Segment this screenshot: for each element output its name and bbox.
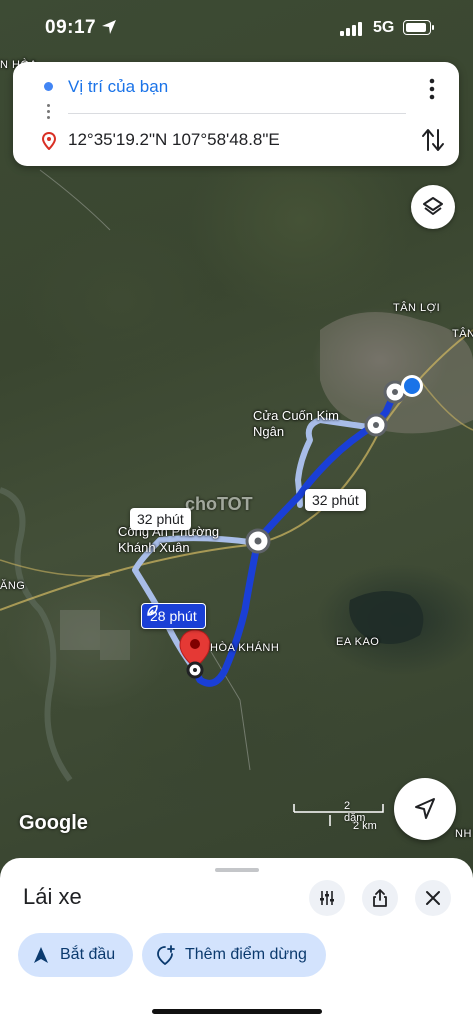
bottom-sheet: Lái xe Bắt đầu Thêm điểm dừng — [0, 858, 473, 1024]
status-bar: 09:17 5G — [0, 0, 473, 56]
share-icon — [373, 889, 387, 907]
map-label-hoa-khanh: HÒA KHÁNH — [210, 642, 280, 654]
status-time: 09:17 — [45, 17, 97, 38]
map-label-ea-kao: EA KAO — [336, 636, 380, 648]
destination-marker-icon[interactable] — [178, 628, 212, 684]
origin-dot-icon — [44, 82, 53, 91]
sheet-drag-handle[interactable] — [215, 868, 259, 872]
dots-connector — [47, 104, 50, 122]
watermark: choTOT — [185, 494, 253, 514]
start-button-label: Bắt đầu — [60, 946, 116, 963]
more-vert-icon[interactable] — [420, 76, 444, 102]
travel-mode-title: Lái xe — [23, 884, 82, 909]
network-type: 5G — [373, 19, 395, 36]
add-stop-button[interactable]: Thêm điểm dừng — [142, 933, 326, 977]
layers-icon — [423, 197, 443, 215]
map-label-ang-edge: ĂNG — [0, 580, 26, 592]
location-arrow-icon — [415, 798, 435, 819]
origin-field[interactable]: Vị trí của bạn — [68, 77, 168, 97]
options-button[interactable] — [309, 880, 345, 916]
swap-icon[interactable] — [420, 126, 446, 154]
destination-field[interactable]: 12°35'19.2"N 107°58'48.8"E — [68, 130, 280, 150]
battery-icon — [403, 20, 434, 35]
location-arrow-icon — [102, 20, 116, 34]
start-button[interactable]: Bắt đầu — [18, 933, 133, 977]
navigate-arrow-icon — [34, 947, 48, 963]
field-divider — [68, 113, 406, 114]
navigate-location-button[interactable] — [394, 778, 456, 840]
add-stop-button-label: Thêm điểm dừng — [185, 946, 307, 963]
share-button[interactable] — [362, 880, 398, 916]
close-button[interactable] — [415, 880, 451, 916]
map-label-tan-edge: TÂN — [452, 328, 473, 340]
signal-icon — [340, 22, 362, 36]
route-time-badge-alt-left[interactable]: 32 phút — [130, 508, 191, 530]
scale-metric: 2 km — [353, 820, 377, 832]
map-label-cua-cuon[interactable]: Cửa Cuốn Kim Ngân — [253, 408, 339, 440]
route-time-badge-alt-right[interactable]: 32 phút — [305, 489, 366, 511]
eco-leaf-icon — [147, 605, 158, 616]
add-stop-icon — [157, 945, 175, 965]
google-logo: Google — [19, 812, 88, 834]
layers-button[interactable] — [411, 185, 455, 229]
destination-pin-icon — [42, 132, 56, 150]
map-label-tan-loi: TÂN LỢI — [393, 302, 441, 314]
options-icon — [320, 891, 334, 905]
map-label-hanh-edge: NH — [455, 828, 472, 840]
route-time-badge-primary[interactable]: 28 phút — [141, 603, 206, 629]
home-indicator — [152, 1009, 322, 1014]
close-icon — [426, 891, 440, 905]
